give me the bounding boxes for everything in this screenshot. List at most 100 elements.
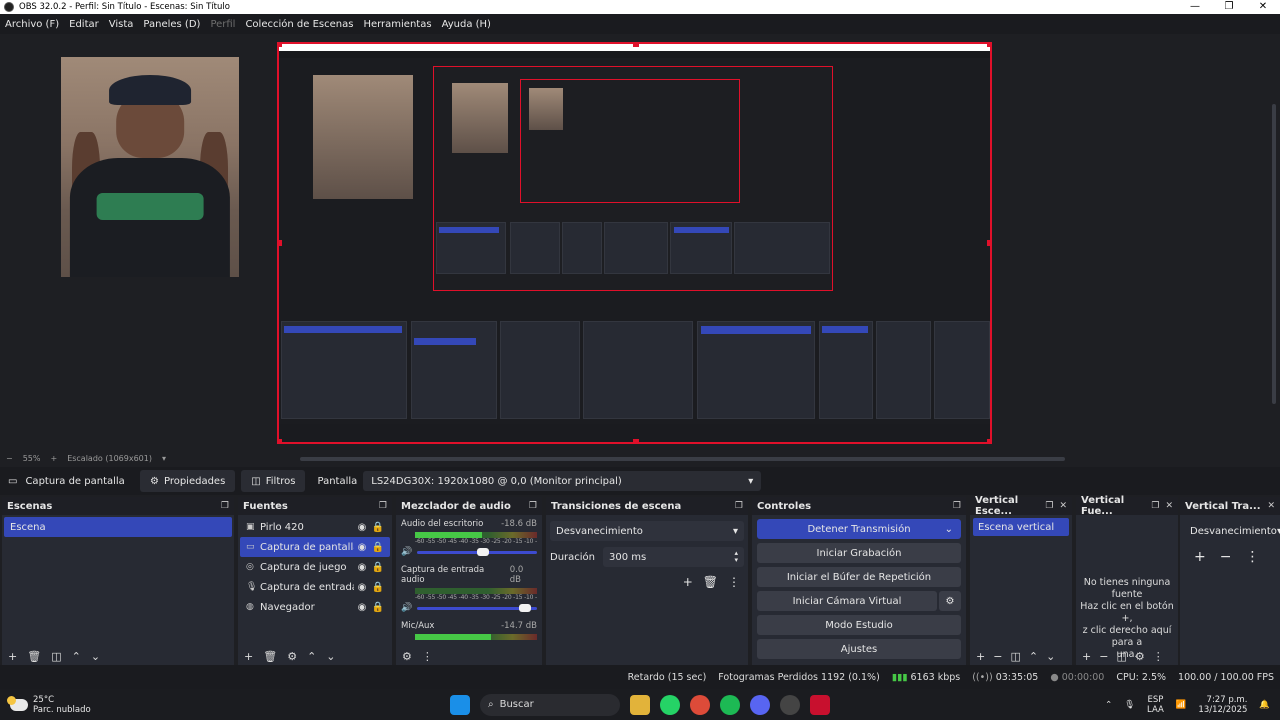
add-transition-button[interactable]: + (1194, 549, 1206, 565)
move-down-button[interactable]: ⌄ (326, 650, 335, 663)
source-filters-button[interactable]: ◫ (1116, 650, 1126, 663)
volume-slider[interactable] (417, 603, 537, 612)
virtual-camera-button[interactable]: Iniciar Cámara Virtual (757, 591, 937, 611)
language-indicator[interactable]: ESP LAA (1147, 695, 1164, 715)
dock-float-icon[interactable]: ❐ (379, 501, 387, 511)
dock-float-icon[interactable]: ❐ (735, 501, 743, 511)
close-icon[interactable]: ✕ (1267, 501, 1275, 511)
add-source-button[interactable]: + (1082, 650, 1091, 663)
close-icon[interactable]: ✕ (1165, 501, 1173, 511)
move-up-button[interactable]: ⌃ (307, 650, 316, 663)
display-select[interactable]: LS24DG30X: 1920x1080 @ 0,0 (Monitor prin… (363, 471, 762, 491)
whatsapp-icon[interactable] (660, 694, 680, 715)
add-scene-button[interactable]: + (8, 650, 17, 663)
clock[interactable]: 7:27 p.m. 13/12/2025 (1198, 695, 1247, 715)
more-options-icon[interactable]: ⋮ (422, 650, 433, 663)
preview-canvas[interactable] (0, 34, 1280, 461)
spin-arrows-icon[interactable]: ▴ ▾ (734, 550, 738, 564)
menu-herramientas[interactable]: Herramientas (363, 19, 431, 30)
menu-editar[interactable]: Editar (69, 19, 99, 30)
preview-vertical-scrollbar[interactable] (1272, 104, 1276, 404)
vertical-scene-item[interactable]: Escena vertical (973, 518, 1069, 536)
menu-coleccion-escenas[interactable]: Colección de Escenas (245, 19, 353, 30)
remove-transition-button[interactable]: − (1220, 549, 1232, 565)
minimize-icon[interactable]: — (1178, 0, 1212, 14)
lock-icon[interactable]: 🔒 (370, 602, 386, 613)
add-source-button[interactable]: + (244, 650, 253, 663)
advanced-audio-icon[interactable]: ⚙ (402, 650, 412, 663)
menu-archivo[interactable]: Archivo (F) (5, 19, 59, 30)
source-item-navegador[interactable]: ◍ Navegador ◉ 🔒 (240, 597, 390, 617)
dock-float-icon[interactable]: ❐ (1151, 501, 1159, 511)
visibility-eye-icon[interactable]: ◉ (354, 522, 370, 533)
volume-knob[interactable] (519, 603, 531, 612)
weather-widget[interactable]: 25°C Parc. nublado (0, 695, 200, 715)
source-item-captura-pantalla[interactable]: ▭ Captura de pantalla ◉ 🔒 (240, 537, 390, 557)
replay-buffer-button[interactable]: Iniciar el Búfer de Repetición (757, 567, 961, 587)
notifications-icon[interactable]: 🔔 (1259, 700, 1270, 710)
obs-taskbar-icon[interactable] (780, 694, 800, 715)
dock-float-icon[interactable]: ❐ (221, 501, 229, 511)
volume-slider[interactable] (417, 547, 537, 556)
remove-scene-button[interactable]: 🗑 (27, 650, 41, 663)
move-up-button[interactable]: ⌃ (1029, 650, 1038, 663)
taskbar-search[interactable]: ⌕ Buscar (480, 693, 620, 716)
close-icon[interactable]: ✕ (1059, 501, 1067, 511)
menu-vista[interactable]: Vista (109, 19, 134, 30)
properties-button[interactable]: ⚙ Propiedades (140, 470, 236, 492)
speaker-icon[interactable]: 🔊 (401, 603, 412, 613)
chrome-icon[interactable] (690, 694, 710, 715)
start-recording-button[interactable]: Iniciar Grabación (757, 543, 961, 563)
wifi-icon[interactable]: 📶 (1176, 700, 1187, 710)
filters-button[interactable]: ◫ Filtros (241, 470, 306, 492)
lock-icon[interactable]: 🔒 (370, 542, 386, 553)
visibility-eye-icon[interactable]: ◉ (354, 582, 370, 593)
studio-mode-button[interactable]: Modo Estudio (757, 615, 961, 635)
visibility-eye-icon[interactable]: ◉ (354, 542, 370, 553)
menu-ayuda[interactable]: Ayuda (H) (442, 19, 491, 30)
menu-paneles[interactable]: Paneles (D) (143, 19, 200, 30)
vertical-transition-select[interactable]: Desvanecimiento ▾ (1184, 521, 1280, 541)
visibility-eye-icon[interactable]: ◉ (354, 562, 370, 573)
more-options-icon[interactable]: ⋮ (1245, 549, 1259, 565)
zoom-out-icon[interactable]: − (6, 454, 13, 463)
discord-icon[interactable] (750, 694, 770, 715)
lock-icon[interactable]: 🔒 (370, 582, 386, 593)
transition-select[interactable]: Desvanecimiento ▾ (550, 521, 744, 541)
dock-float-icon[interactable]: ❐ (529, 501, 537, 511)
more-options-icon[interactable]: ⋮ (728, 575, 740, 589)
visibility-eye-icon[interactable]: ◉ (354, 602, 370, 613)
spotify-icon[interactable] (720, 694, 740, 715)
dock-float-icon[interactable]: ❐ (953, 501, 961, 511)
source-properties-button[interactable]: ⚙ (1135, 650, 1145, 663)
dock-float-icon[interactable]: ❐ (1045, 501, 1053, 511)
move-down-button[interactable]: ⌄ (91, 650, 100, 663)
app-taskbar-icon[interactable] (810, 694, 830, 715)
lock-icon[interactable]: 🔒 (370, 522, 386, 533)
microphone-icon[interactable]: 🎙 (1124, 700, 1135, 710)
lock-icon[interactable]: 🔒 (370, 562, 386, 573)
tray-chevron-icon[interactable]: ⌃ (1105, 700, 1112, 710)
volume-knob[interactable] (477, 547, 489, 556)
stop-stream-button[interactable]: Detener Transmisión ⌄ (757, 519, 961, 539)
move-up-button[interactable]: ⌃ (72, 650, 81, 663)
scene-item-escena[interactable]: Escena (4, 517, 232, 537)
source-item-captura-juego[interactable]: ◎ Captura de juego ◉ 🔒 (240, 557, 390, 577)
scene-filters-button[interactable]: ◫ (51, 650, 61, 663)
more-options-icon[interactable]: ⋮ (1153, 650, 1164, 663)
add-transition-button[interactable]: + (683, 575, 693, 589)
remove-source-button[interactable]: − (1099, 650, 1108, 663)
remove-source-button[interactable]: 🗑 (263, 650, 277, 663)
scene-filters-button[interactable]: ◫ (1010, 650, 1020, 663)
zoom-in-icon[interactable]: + (50, 454, 57, 463)
scale-dropdown-icon[interactable]: ▾ (162, 454, 166, 463)
speaker-icon[interactable]: 🔊 (401, 547, 412, 557)
remove-scene-button[interactable]: − (993, 650, 1002, 663)
chevron-down-icon[interactable]: ⌄ (945, 524, 953, 535)
screen-capture-source[interactable] (277, 42, 992, 444)
file-explorer-icon[interactable] (630, 694, 650, 715)
source-item-captura-entrada[interactable]: 🎙 Captura de entrada auc ◉ 🔒 (240, 577, 390, 597)
close-icon[interactable]: ✕ (1246, 0, 1280, 14)
remove-transition-button[interactable]: 🗑 (703, 575, 718, 589)
move-down-button[interactable]: ⌄ (1046, 650, 1055, 663)
